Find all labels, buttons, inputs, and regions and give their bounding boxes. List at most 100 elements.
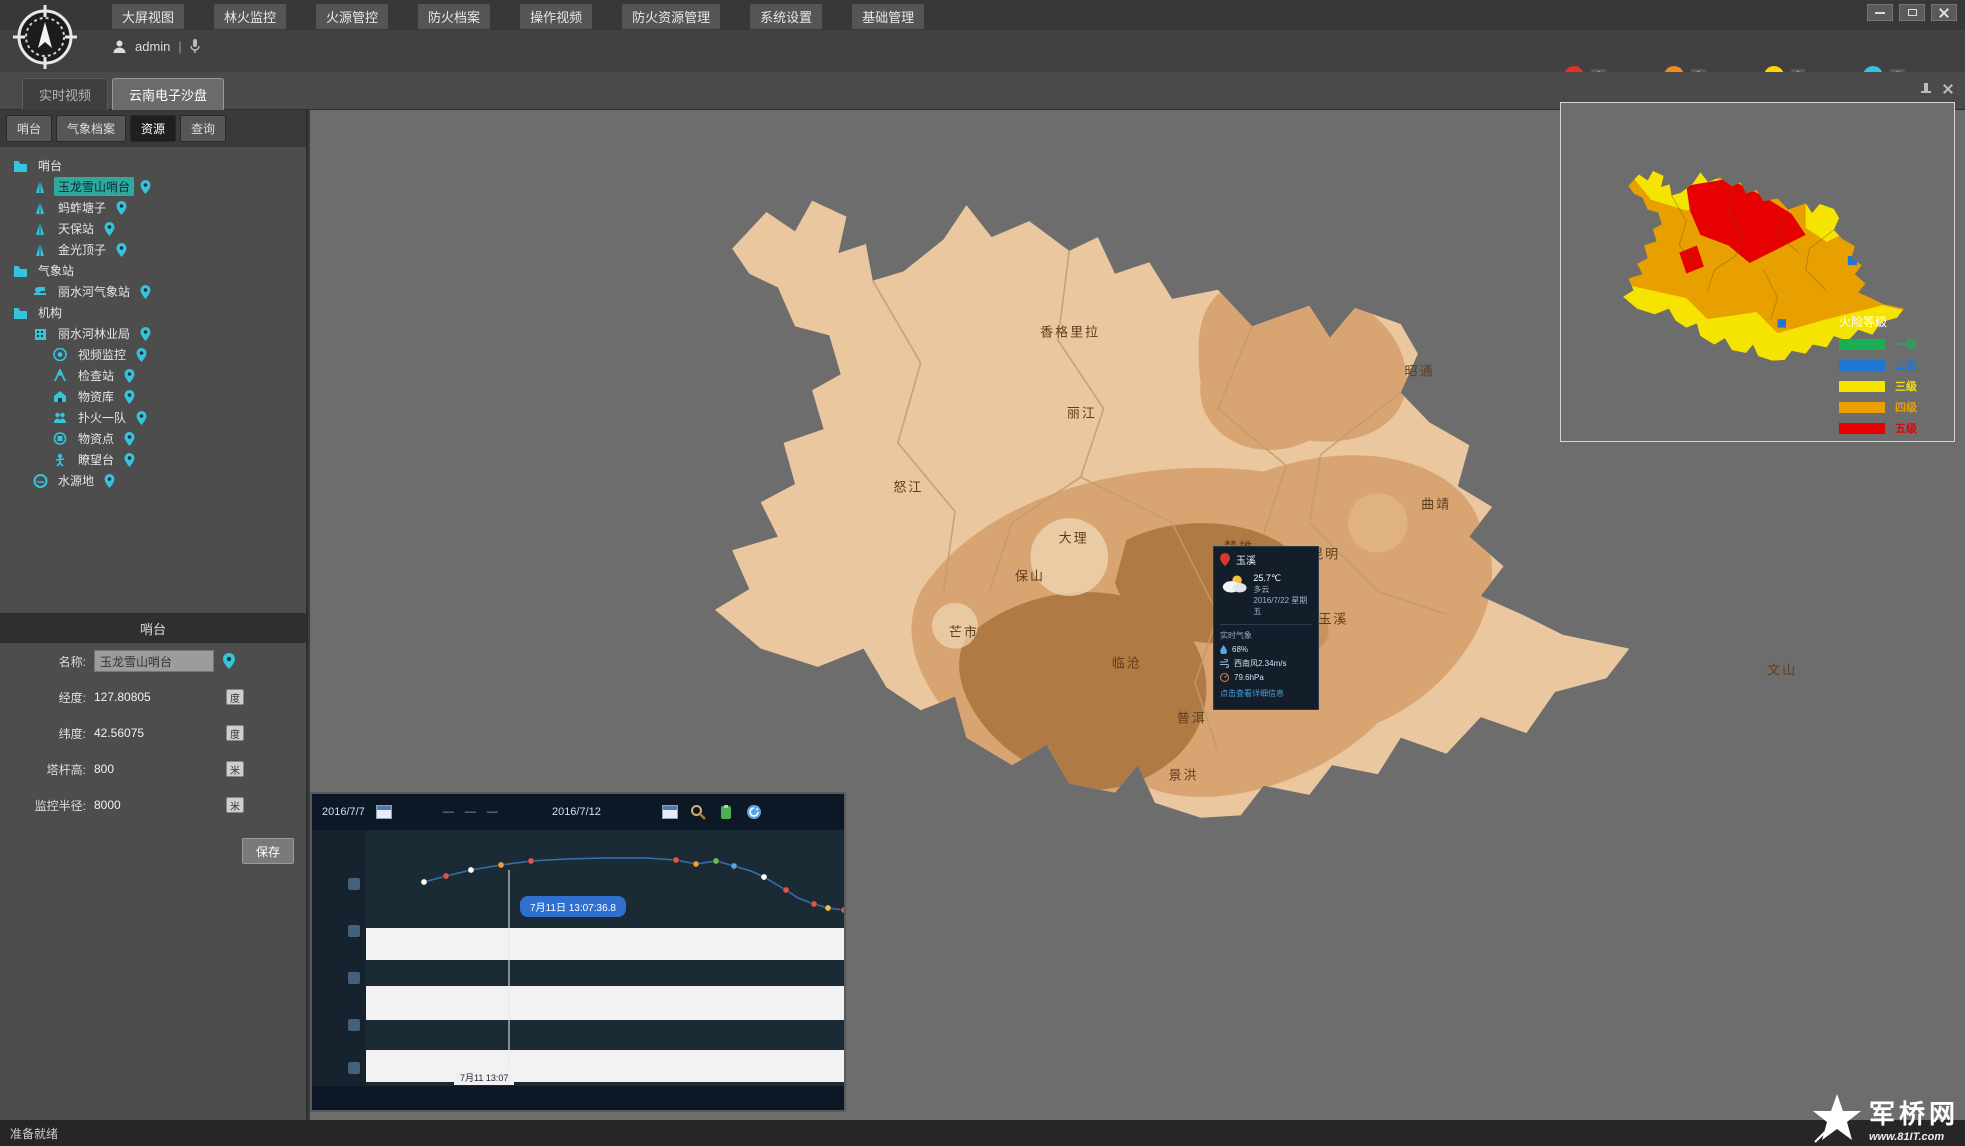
alarm-event-dot[interactable]	[731, 863, 737, 869]
end-calendar-icon[interactable]	[661, 804, 679, 820]
weather-popup[interactable]: 玉溪 25.7℃ 多云 2016/7/22 星期五 实时气象 68% 西南风2.…	[1213, 546, 1319, 710]
tree-item-12[interactable]: 扑火一队	[4, 407, 302, 428]
alarm-event-dot[interactable]	[783, 887, 789, 893]
timeline-chart-body[interactable]: 温度曲线 7月11日 13:07:36.8 7月11 13:07	[312, 830, 844, 1086]
popup-pressure: 79.6hPa	[1234, 673, 1264, 682]
subtab-station[interactable]: 哨台	[6, 115, 52, 142]
tree-item-label: 天保站	[54, 219, 98, 238]
longitude-label: 经度:	[18, 689, 86, 706]
tree-item-label: 气象站	[34, 261, 78, 280]
map-city-label-7: 芒市	[949, 622, 979, 641]
folder-icon	[12, 307, 28, 319]
tree-item-15[interactable]: 水源地	[4, 470, 302, 491]
name-input[interactable]	[94, 650, 214, 672]
pin-icon[interactable]	[116, 243, 127, 257]
timeline-chart-panel[interactable]: 2016/7/7 — — — 2016/7/12 温度曲线	[310, 792, 846, 1112]
tree-item-13[interactable]: 物资点	[4, 428, 302, 449]
name-field-label: 名称:	[18, 653, 86, 670]
menu-item-4[interactable]: 操作视频	[520, 4, 592, 29]
close-button[interactable]	[1931, 4, 1957, 21]
mic-icon[interactable]	[190, 38, 200, 54]
monitor-radius-label: 监控半径:	[18, 797, 86, 814]
popup-more-link[interactable]: 点击查看详细信息	[1220, 688, 1312, 699]
alarm-event-dot[interactable]	[673, 857, 679, 863]
tab-yunnan-sandbox[interactable]: 云南电子沙盘	[112, 78, 224, 110]
date-range-separator: — — —	[443, 806, 502, 818]
menu-item-0[interactable]: 大屏视图	[112, 4, 184, 29]
pin-icon[interactable]	[140, 180, 151, 194]
alarm-event-dot[interactable]	[421, 879, 427, 885]
maximize-button[interactable]	[1899, 4, 1925, 21]
subtab-weather-archive[interactable]: 气象档案	[56, 115, 126, 142]
cloudy-weather-icon	[1220, 573, 1248, 595]
alarm-event-dot[interactable]	[761, 874, 767, 880]
team-icon	[52, 411, 68, 424]
pin-icon[interactable]	[1919, 82, 1933, 96]
tree-item-11[interactable]: 物资库	[4, 386, 302, 407]
tree-item-3[interactable]: 天保站	[4, 218, 302, 239]
pin-icon[interactable]	[124, 453, 135, 467]
chart-start-date[interactable]: 2016/7/7	[322, 806, 365, 818]
alarm-event-dot[interactable]	[693, 861, 699, 867]
tree-item-label: 检查站	[74, 366, 118, 385]
chart-end-date[interactable]: 2016/7/12	[552, 806, 601, 818]
alarm-event-dot[interactable]	[713, 858, 719, 864]
pin-icon[interactable]	[136, 348, 147, 362]
menu-item-3[interactable]: 防火档案	[418, 4, 490, 29]
checkpoint-icon	[52, 369, 68, 382]
tree-item-10[interactable]: 检查站	[4, 365, 302, 386]
menu-item-6[interactable]: 系统设置	[750, 4, 822, 29]
alarm-event-dot[interactable]	[825, 905, 831, 911]
tree-item-7[interactable]: 机构	[4, 302, 302, 323]
pin-icon[interactable]	[124, 369, 135, 383]
tab-close-icon[interactable]	[1941, 82, 1955, 96]
tree-item-1[interactable]: 玉龙雪山哨台	[4, 176, 302, 197]
save-button[interactable]: 保存	[242, 838, 294, 864]
alarm-event-dot[interactable]	[443, 873, 449, 879]
tower-icon	[32, 222, 48, 236]
menu-item-1[interactable]: 林火监控	[214, 4, 286, 29]
yunnan-province-map[interactable]	[560, 180, 1670, 820]
minimize-button[interactable]	[1867, 4, 1893, 21]
start-calendar-icon[interactable]	[375, 804, 393, 820]
pin-icon[interactable]	[104, 474, 115, 488]
pin-icon[interactable]	[136, 411, 147, 425]
alarm-event-dot[interactable]	[498, 862, 504, 868]
lookout-icon	[52, 453, 68, 467]
tab-realtime-video[interactable]: 实时视频	[22, 78, 108, 110]
refresh-icon[interactable]	[745, 804, 763, 820]
subtab-resources[interactable]: 资源	[130, 115, 176, 142]
pin-icon[interactable]	[124, 390, 135, 404]
category-4-icon	[348, 1019, 360, 1031]
alarm-event-dot[interactable]	[811, 901, 817, 907]
fire-danger-minimap[interactable]: 火险等级 一级 二级 三级 四级 五级	[1560, 102, 1955, 442]
alarm-event-dot[interactable]	[528, 858, 534, 864]
pin-icon[interactable]	[116, 201, 127, 215]
alarm-event-dot[interactable]	[468, 867, 474, 873]
monitor-radius-unit: 米	[226, 797, 244, 813]
timeline-chart-svg[interactable]	[366, 830, 844, 1086]
tower-icon	[32, 243, 48, 257]
tree-item-5[interactable]: 气象站	[4, 260, 302, 281]
map-area[interactable]: 香格里拉怒江丽江昭通大理曲靖保山芒市楚雄昆明玉溪临沧文山普洱景洪 火险等级 一级…	[310, 110, 1965, 1120]
folder-icon	[12, 265, 28, 277]
menu-item-7[interactable]: 基础管理	[852, 4, 924, 29]
locate-pin-icon[interactable]	[222, 652, 236, 670]
tree-item-9[interactable]: 视频监控	[4, 344, 302, 365]
search-icon[interactable]	[689, 804, 707, 820]
pin-icon[interactable]	[124, 432, 135, 446]
pin-icon[interactable]	[140, 327, 151, 341]
alarm-event-dot[interactable]	[841, 907, 844, 913]
tree-item-8[interactable]: 丽水河林业局	[4, 323, 302, 344]
menu-item-5[interactable]: 防火资源管理	[622, 4, 720, 29]
tree-item-0[interactable]: 哨台	[4, 155, 302, 176]
export-icon[interactable]	[717, 804, 735, 820]
pin-icon[interactable]	[104, 222, 115, 236]
tree-item-6[interactable]: 丽水河气象站	[4, 281, 302, 302]
menu-item-2[interactable]: 火源管控	[316, 4, 388, 29]
tree-item-4[interactable]: 金光顶子	[4, 239, 302, 260]
tree-item-14[interactable]: 瞭望台	[4, 449, 302, 470]
tree-item-2[interactable]: 蚂蚱塘子	[4, 197, 302, 218]
subtab-query[interactable]: 查询	[180, 115, 226, 142]
pin-icon[interactable]	[140, 285, 151, 299]
